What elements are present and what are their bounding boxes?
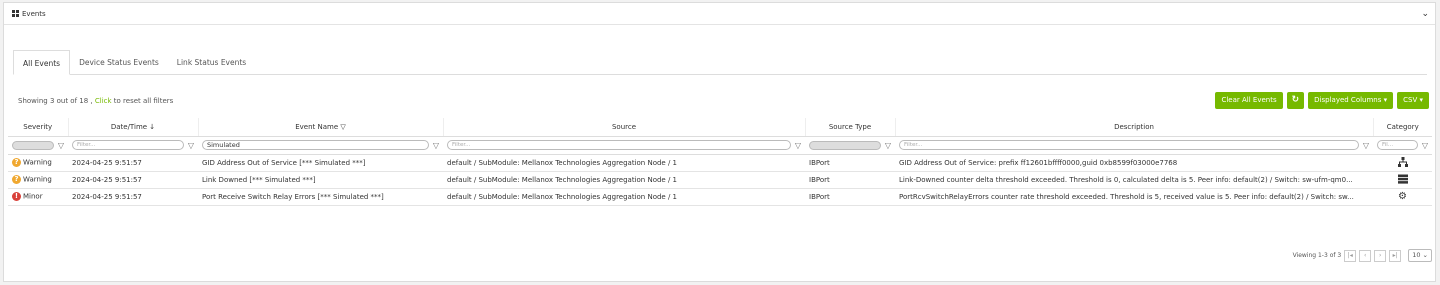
severity-cell: Minor xyxy=(23,192,43,201)
severity-cell: Warning xyxy=(23,175,52,184)
warning-icon: ? xyxy=(12,158,21,167)
event-name-cell: Port Receive Switch Relay Errors [*** Si… xyxy=(198,188,443,206)
event-name-cell: GID Address Out of Service [*** Simulate… xyxy=(198,153,443,172)
warning-icon: ? xyxy=(12,175,21,184)
description-cell: Link-Downed counter delta threshold exce… xyxy=(895,171,1373,189)
category-cell xyxy=(1373,153,1432,172)
refresh-button[interactable]: ↻ xyxy=(1286,92,1305,109)
source-type-cell: IBPort xyxy=(805,188,895,206)
table-row[interactable]: ? Warning 2024-04-25 9:51:57 Link Downed … xyxy=(8,171,1432,189)
col-header-category[interactable]: Category xyxy=(1372,118,1432,137)
description-filter-input[interactable]: Filter... xyxy=(899,140,1359,150)
source-type-cell: IBPort xyxy=(805,153,895,172)
col-header-description[interactable]: Description xyxy=(894,118,1373,137)
category-cell: ⚙ xyxy=(1373,188,1432,206)
source-cell: default / SubModule: Mellanox Technologi… xyxy=(443,153,805,172)
col-header-source-type[interactable]: Source Type xyxy=(804,118,895,137)
toolbar: Clear All Events ↻ Displayed Columns ▾ C… xyxy=(1215,92,1429,109)
category-filter-input[interactable]: Fil... xyxy=(1377,140,1418,150)
grid-icon xyxy=(12,10,19,17)
filter-icon[interactable]: ▽ xyxy=(433,141,439,150)
page-size-value: 10 xyxy=(1412,251,1421,259)
col-header-event-name[interactable]: Event Name ▽ xyxy=(197,118,443,137)
table-row[interactable]: ? Warning 2024-04-25 9:51:57 GID Address … xyxy=(8,153,1432,172)
severity-cell: Warning xyxy=(23,158,52,167)
panel-title: Events xyxy=(22,9,46,18)
event-name-filter-input[interactable]: Simulated xyxy=(202,140,429,150)
event-name-cell: Link Downed [*** Simulated ***] xyxy=(198,171,443,189)
tab-device-status-events[interactable]: Device Status Events xyxy=(70,50,168,74)
source-cell: default / SubModule: Mellanox Technologi… xyxy=(443,171,805,189)
table-row[interactable]: ! Minor 2024-04-25 9:51:57 Port Receive S… xyxy=(8,188,1432,206)
col-header-severity[interactable]: Severity xyxy=(8,118,68,137)
chevron-down-icon[interactable]: ⌄ xyxy=(1421,9,1429,19)
page-size-select[interactable]: 10 ⌄ xyxy=(1408,249,1432,262)
datetime-filter-input[interactable]: Filter... xyxy=(72,140,184,150)
next-page-button[interactable]: › xyxy=(1374,249,1387,262)
filter-icon[interactable]: ▽ xyxy=(1363,141,1369,150)
viewing-count: Viewing 1-3 of 3 xyxy=(1292,252,1342,259)
datetime-cell: 2024-04-25 9:51:57 xyxy=(68,171,198,189)
gears-icon: ⚙ xyxy=(1398,191,1407,202)
summary-suffix: to reset all filters xyxy=(111,97,174,105)
panel-header[interactable]: Events xyxy=(4,3,1435,25)
source-filter-input[interactable]: Filter... xyxy=(447,140,791,150)
tab-all-events[interactable]: All Events xyxy=(13,50,71,75)
filter-icon[interactable]: ▽ xyxy=(188,141,194,150)
category-cell xyxy=(1373,171,1432,189)
filter-icon[interactable]: ▽ xyxy=(885,141,891,150)
summary-prefix: Showing 3 out of 18 , xyxy=(18,97,95,105)
clear-all-events-button[interactable]: Clear All Events xyxy=(1215,92,1283,109)
event-tabs: All Events Device Status Events Link Sta… xyxy=(13,50,1427,75)
reset-filters-link[interactable]: Click xyxy=(95,97,112,105)
description-cell: GID Address Out of Service: prefix ff126… xyxy=(895,153,1373,172)
datetime-cell: 2024-04-25 9:51:57 xyxy=(68,188,198,206)
first-page-button[interactable]: |◂ xyxy=(1344,249,1357,262)
col-header-source[interactable]: Source xyxy=(442,118,805,137)
col-header-datetime[interactable]: Date/Time ↓ xyxy=(67,118,198,137)
displayed-columns-button[interactable]: Displayed Columns ▾ xyxy=(1308,92,1394,109)
severity-filter-select[interactable] xyxy=(12,140,54,150)
network-icon xyxy=(1397,156,1408,167)
filter-icon[interactable]: ▽ xyxy=(58,141,64,150)
tab-link-status-events[interactable]: Link Status Events xyxy=(168,50,255,74)
prev-page-button[interactable]: ‹ xyxy=(1359,249,1372,262)
source-type-cell: IBPort xyxy=(805,171,895,189)
description-cell: PortRcvSwitchRelayErrors counter rate th… xyxy=(895,188,1373,206)
datetime-cell: 2024-04-25 9:51:57 xyxy=(68,153,198,172)
source-type-filter-select[interactable] xyxy=(809,140,881,150)
server-icon xyxy=(1397,174,1408,184)
events-table: Severity Date/Time ↓ Event Name ▽ Source… xyxy=(8,118,1432,206)
filter-summary: Showing 3 out of 18 , Click to reset all… xyxy=(18,97,173,105)
source-cell: default / SubModule: Mellanox Technologi… xyxy=(443,188,805,206)
pagination: Viewing 1-3 of 3 |◂ ‹ › ▸| 10 ⌄ xyxy=(1293,249,1432,262)
alert-icon: ! xyxy=(12,192,21,201)
filter-icon[interactable]: ▽ xyxy=(795,141,801,150)
last-page-button[interactable]: ▸| xyxy=(1389,249,1402,262)
filter-icon[interactable]: ▽ xyxy=(1422,141,1428,150)
csv-button[interactable]: CSV ▾ xyxy=(1397,92,1429,109)
